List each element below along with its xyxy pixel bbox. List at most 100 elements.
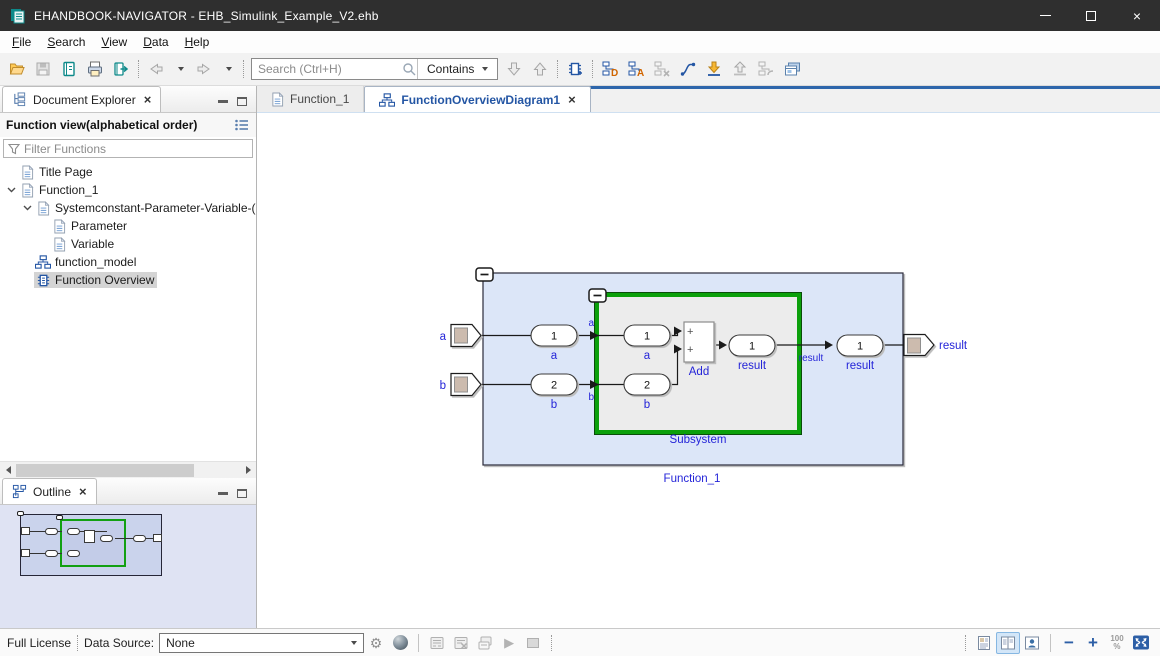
port-oval-result-outer[interactable]: 1 (837, 335, 883, 356)
close-diagram-button[interactable] (649, 57, 675, 81)
tab-document-explorer[interactable]: Document Explorer × (2, 86, 161, 112)
tree-item-variable[interactable]: Variable (0, 235, 256, 253)
scroll-right-arrow[interactable] (240, 466, 256, 474)
svg-text:b: b (644, 399, 650, 411)
function-overview-button[interactable] (562, 57, 588, 81)
calibration-view-button[interactable] (425, 632, 449, 654)
close-icon[interactable]: × (568, 93, 576, 106)
tree-item-systemconstant[interactable]: Systemconstant-Parameter-Variable-( (0, 199, 256, 217)
subsystem-block[interactable] (595, 293, 802, 435)
tree-item-title-page[interactable]: Title Page (0, 163, 256, 181)
minimize-panel-icon[interactable] (218, 492, 228, 495)
export-button[interactable] (727, 57, 753, 81)
scroll-left-arrow[interactable] (0, 466, 16, 474)
chevron-down-icon (482, 67, 488, 71)
forward-button[interactable] (191, 57, 217, 81)
split-view-button[interactable] (996, 632, 1020, 654)
fit-to-screen-button[interactable] (1129, 632, 1153, 654)
port-oval-b-outer[interactable]: 2 (531, 374, 577, 395)
boundary-label-b: b (588, 392, 594, 403)
open-button[interactable] (4, 57, 30, 81)
measurement-view-button[interactable] (473, 632, 497, 654)
tab-function-overview-diagram[interactable]: FunctionOverviewDiagram1 × (364, 86, 590, 112)
svg-text:D: D (611, 68, 618, 77)
data-globe-button[interactable] (388, 632, 412, 654)
tree-item-function-overview[interactable]: Function Overview (0, 271, 256, 289)
zoom-in-button[interactable]: + (1081, 632, 1105, 654)
collapse-container-button[interactable] (476, 268, 493, 281)
back-history-dropdown[interactable] (169, 57, 191, 81)
add-block[interactable]: + + (684, 322, 714, 362)
tree-item-function-model[interactable]: function_model (0, 253, 256, 271)
port-oval-a-outer[interactable]: 1 (531, 325, 577, 346)
horizontal-scrollbar[interactable] (0, 461, 256, 478)
minimize-button[interactable] (1022, 0, 1068, 31)
tab-function-1[interactable]: Function_1 (257, 86, 364, 112)
presentation-view-button[interactable] (1020, 632, 1044, 654)
menu-view[interactable]: View (93, 32, 135, 52)
inport-a-block[interactable] (451, 325, 481, 347)
search-combo: Contains (251, 58, 498, 80)
toolbar-separator (243, 60, 244, 78)
open-data-diagram-button[interactable]: D (597, 57, 623, 81)
maximize-panel-icon[interactable] (237, 489, 247, 498)
tab-outline[interactable]: Outline × (2, 478, 97, 504)
view-menu-icon[interactable] (234, 118, 250, 132)
play-button[interactable]: ▶ (497, 632, 521, 654)
close-icon[interactable]: × (79, 485, 87, 498)
tree-item-parameter[interactable]: Parameter (0, 217, 256, 235)
forward-history-dropdown[interactable] (217, 57, 239, 81)
outline-view[interactable] (0, 505, 256, 628)
chevron-expanded-icon[interactable] (4, 187, 18, 193)
new-window-button[interactable] (779, 57, 805, 81)
close-icon[interactable]: × (144, 93, 152, 106)
collapse-subsystem-button[interactable] (589, 289, 606, 302)
menu-search[interactable]: Search (39, 32, 93, 52)
search-input[interactable] (252, 62, 402, 76)
port-oval-result-inner[interactable]: 1 (729, 335, 775, 356)
print-button[interactable] (82, 57, 108, 81)
maximize-panel-icon[interactable] (237, 97, 247, 106)
minus-icon: − (1064, 634, 1074, 651)
menu-file[interactable]: File (4, 32, 39, 52)
close-button[interactable]: × (1114, 0, 1160, 31)
find-next-button[interactable] (501, 57, 527, 81)
menu-help[interactable]: Help (177, 32, 218, 52)
menu-data[interactable]: Data (135, 32, 176, 52)
toolbar-separator (592, 60, 593, 78)
tree-item-function-1[interactable]: Function_1 (0, 181, 256, 199)
signal-path-button[interactable] (675, 57, 701, 81)
find-previous-button[interactable] (527, 57, 553, 81)
maximize-button[interactable] (1068, 0, 1114, 31)
document-icon (51, 218, 67, 234)
scrollbar-thumb[interactable] (16, 464, 194, 477)
inport-b-block[interactable] (451, 374, 481, 396)
arrow-right-icon (246, 466, 251, 474)
diagram-canvas[interactable]: a b 1 a 2 (257, 113, 1160, 628)
port-oval-a-inner[interactable]: 1 (624, 325, 670, 346)
instrument-icon (429, 635, 445, 651)
filter-input[interactable] (24, 142, 248, 156)
export-handbook-button[interactable] (108, 57, 134, 81)
import-button[interactable] (701, 57, 727, 81)
zoom-reset-button[interactable]: 100 % (1105, 632, 1129, 654)
tree-item-label: Function_1 (39, 183, 98, 197)
zoom-out-button[interactable]: − (1057, 632, 1081, 654)
handbook-button[interactable] (56, 57, 82, 81)
chevron-expanded-icon[interactable] (20, 205, 34, 211)
stop-button[interactable] (521, 632, 545, 654)
back-button[interactable] (143, 57, 169, 81)
settings-button[interactable]: ⚙ (364, 632, 388, 654)
svg-text:result: result (738, 360, 767, 372)
search-mode-dropdown[interactable]: Contains (418, 62, 497, 76)
save-button[interactable] (30, 57, 56, 81)
data-source-select[interactable]: None (159, 633, 364, 653)
calibration-close-button[interactable] (449, 632, 473, 654)
port-oval-b-inner[interactable]: 2 (624, 374, 670, 395)
single-page-view-button[interactable] (972, 632, 996, 654)
minimize-panel-icon[interactable] (218, 100, 228, 103)
outport-result-block[interactable] (904, 335, 934, 356)
open-analysis-diagram-button[interactable]: A (623, 57, 649, 81)
model-navigation-button[interactable] (753, 57, 779, 81)
boundary-label-a: a (588, 318, 594, 329)
